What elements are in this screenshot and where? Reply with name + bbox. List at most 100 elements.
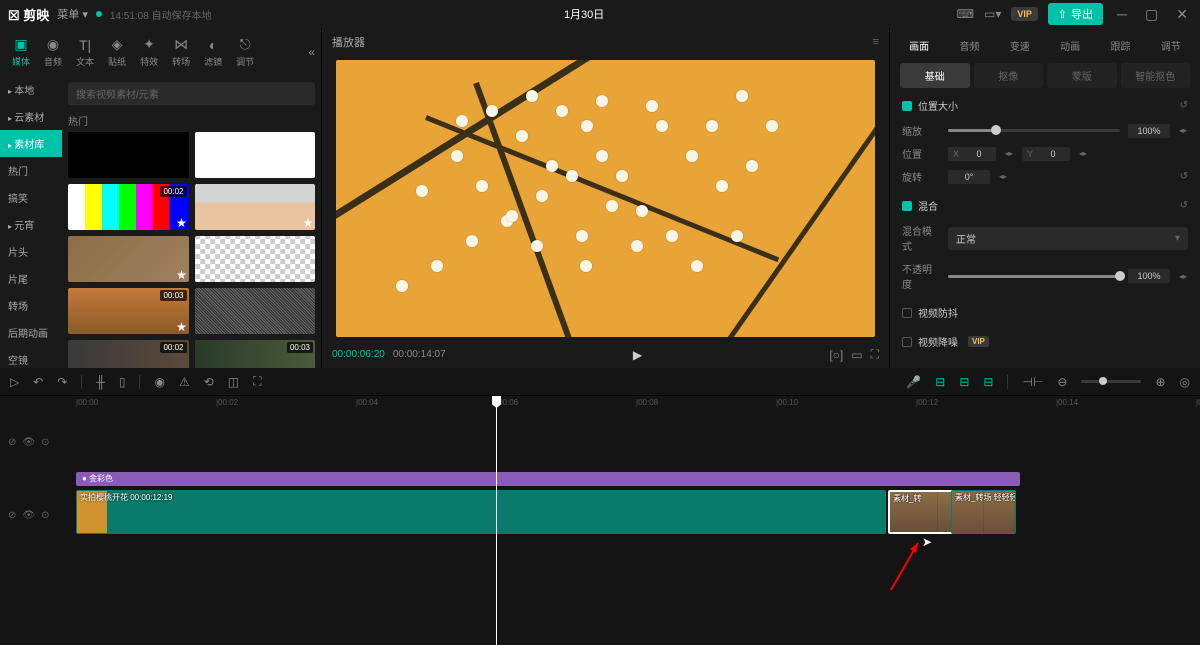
split-tool-icon[interactable]: ╫ xyxy=(96,375,105,389)
maximize-button[interactable]: ▢ xyxy=(1141,6,1162,23)
media-tab-2[interactable]: T|文本 xyxy=(70,33,100,72)
media-thumb-1[interactable] xyxy=(195,132,316,178)
opacity-value[interactable]: 100% xyxy=(1128,269,1170,283)
sidebar-item-3[interactable]: 热门 xyxy=(0,157,62,184)
ratio-icon[interactable]: ▭ xyxy=(851,348,862,362)
sidebar-item-10[interactable]: 空镜 xyxy=(0,346,62,368)
media-thumb-4[interactable] xyxy=(68,236,189,282)
track-eye-icon[interactable]: 👁 xyxy=(22,437,35,448)
track-lock-icon[interactable]: ⊘ xyxy=(8,437,16,448)
sidebar-item-5[interactable]: 元宵 xyxy=(0,211,62,238)
reverse-icon[interactable]: ⟲ xyxy=(204,375,214,389)
layout-icon[interactable]: ▭▾ xyxy=(984,7,1001,21)
media-thumb-0[interactable] xyxy=(68,132,189,178)
undo-icon[interactable]: ↶ xyxy=(33,375,43,389)
media-tab-4[interactable]: ✦特效 xyxy=(134,32,164,72)
blend-check-icon[interactable] xyxy=(902,201,912,211)
timeline-ruler[interactable]: |00:00|00:02|00:04|00:06|00:08|00:10|00:… xyxy=(76,396,1200,412)
rotation-stepper[interactable]: ◂▸ xyxy=(998,172,1008,181)
sidebar-item-4[interactable]: 搞笑 xyxy=(0,184,62,211)
track-mute-icon[interactable]: ⊙ xyxy=(41,437,49,448)
sidebar-item-8[interactable]: 转场 xyxy=(0,292,62,319)
scale-slider[interactable] xyxy=(948,129,1120,132)
filter-clip[interactable]: ● 金彩色 xyxy=(76,472,1020,486)
main-video-clip[interactable]: 实拍樱桃开花 00:00:12:19 xyxy=(76,490,886,534)
media-thumb-7[interactable] xyxy=(195,288,316,334)
toggle-audio-icon[interactable]: ⊟ xyxy=(959,375,969,389)
media-tab-7[interactable]: ⎋调节 xyxy=(230,32,260,72)
scale-stepper[interactable]: ◂▸ xyxy=(1178,126,1188,135)
sidebar-item-1[interactable]: 云素材 xyxy=(0,103,62,130)
opacity-slider[interactable] xyxy=(948,275,1120,278)
preview-viewport[interactable] xyxy=(336,60,875,337)
export-button[interactable]: ⇧导出 xyxy=(1048,3,1103,25)
close-button[interactable]: ✕ xyxy=(1172,6,1192,23)
delete-tool-icon[interactable]: ▯ xyxy=(119,375,126,389)
sidebar-item-7[interactable]: 片尾 xyxy=(0,265,62,292)
zoom-slider[interactable] xyxy=(1081,380,1141,383)
rotation-reset-icon[interactable]: ↺ xyxy=(1180,171,1188,182)
opacity-stepper[interactable]: ◂▸ xyxy=(1178,272,1188,281)
redo-icon[interactable]: ↷ xyxy=(57,375,67,389)
inspector-tab-5[interactable]: 调节 xyxy=(1148,34,1194,57)
media-thumb-5[interactable] xyxy=(195,236,316,282)
blend-mode-select[interactable]: 正常▾ xyxy=(948,227,1188,250)
inspector-tab-3[interactable]: 动画 xyxy=(1047,34,1093,57)
pos-y-stepper[interactable]: ◂▸ xyxy=(1078,149,1088,158)
vip-badge[interactable]: VIP xyxy=(1011,7,1038,21)
menu-dropdown[interactable]: 菜单 ▾ xyxy=(57,6,88,22)
sidebar-item-0[interactable]: 本地 xyxy=(0,76,62,103)
zoom-fit-icon[interactable]: ◎ xyxy=(1180,375,1190,389)
sidebar-item-6[interactable]: 片头 xyxy=(0,238,62,265)
inspector-tab-1[interactable]: 音频 xyxy=(946,34,992,57)
crop-icon[interactable]: ◫ xyxy=(228,375,239,389)
play-button[interactable]: ▶ xyxy=(633,348,642,362)
record-icon[interactable]: ◉ xyxy=(154,375,164,389)
snap-icon[interactable]: ⊣⊢ xyxy=(1022,375,1043,389)
rotation-value[interactable]: 0° xyxy=(948,170,990,184)
sidebar-item-2[interactable]: 素材库 xyxy=(0,130,62,157)
media-tab-3[interactable]: ◈贴纸 xyxy=(102,32,132,72)
shortcut-icon[interactable]: ⌨ xyxy=(957,7,974,21)
inspector-tab-4[interactable]: 跟踪 xyxy=(1097,34,1143,57)
original-ratio-icon[interactable]: [○] xyxy=(829,348,843,362)
tertiary-video-clip[interactable]: 素材_转场 轻轻轻大家 00 xyxy=(951,490,1016,534)
stabilize-check-icon[interactable] xyxy=(902,308,912,318)
inspector-tab-0[interactable]: 画面 xyxy=(896,34,942,57)
media-tab-5[interactable]: ⋈转场 xyxy=(166,32,196,72)
position-x-input[interactable]: X xyxy=(948,147,996,161)
mic-icon[interactable]: 🎤 xyxy=(906,375,921,389)
media-thumb-8[interactable]: 00:02 xyxy=(68,340,189,368)
inspector-tab-2[interactable]: 变速 xyxy=(997,34,1043,57)
inspector-subtab-2[interactable]: 蒙版 xyxy=(1047,63,1117,88)
media-thumb-9[interactable]: 00:03 xyxy=(195,340,316,368)
toggle-preview-icon[interactable]: ⊟ xyxy=(983,375,993,389)
blend-reset-icon[interactable]: ↺ xyxy=(1180,200,1188,211)
media-thumb-3[interactable] xyxy=(195,184,316,230)
media-tab-0[interactable]: ▣媒体 xyxy=(6,32,36,72)
collapse-panel-icon[interactable]: « xyxy=(308,45,315,59)
media-thumb-2[interactable]: 00:02 xyxy=(68,184,189,230)
media-tab-6[interactable]: ◐滤镜 xyxy=(198,33,228,72)
player-menu-icon[interactable]: ≡ xyxy=(873,36,879,48)
inspector-subtab-1[interactable]: 抠像 xyxy=(974,63,1044,88)
main-track-eye-icon[interactable]: 👁 xyxy=(22,510,35,521)
pos-x-stepper[interactable]: ◂▸ xyxy=(1004,149,1014,158)
zoom-out-icon[interactable]: ⊖ xyxy=(1057,375,1067,389)
search-input[interactable]: 搜索视频素材/元素 xyxy=(68,82,315,105)
minimize-button[interactable]: ─ xyxy=(1113,6,1131,22)
inspector-subtab-3[interactable]: 智能抠色 xyxy=(1121,63,1191,88)
sidebar-item-9[interactable]: 后期动画 xyxy=(0,319,62,346)
select-tool-icon[interactable]: ▷ xyxy=(10,375,19,389)
media-thumb-6[interactable]: 00:03 xyxy=(68,288,189,334)
scale-value[interactable]: 100% xyxy=(1128,124,1170,138)
inspector-subtab-0[interactable]: 基础 xyxy=(900,63,970,88)
media-tab-1[interactable]: ◉音频 xyxy=(38,32,68,72)
position-y-input[interactable]: Y xyxy=(1022,147,1070,161)
position-size-reset-icon[interactable]: ↺ xyxy=(1180,100,1188,111)
denoise-check-icon[interactable] xyxy=(902,337,912,347)
main-track-lock-icon[interactable]: ⊘ xyxy=(8,510,16,521)
fullscreen-icon[interactable]: ⛶ xyxy=(871,347,879,362)
playhead[interactable] xyxy=(496,396,497,645)
freeze-icon[interactable]: ⚠ xyxy=(179,375,190,389)
